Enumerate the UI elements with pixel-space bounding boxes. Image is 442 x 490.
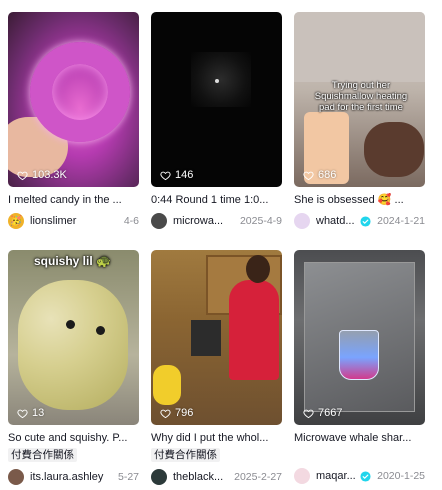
author-name[interactable]: maqar... <box>316 470 357 482</box>
post-date: 2020-1-25 <box>377 470 425 482</box>
like-count: 103.3K <box>17 169 67 181</box>
video-description[interactable]: 0:44 Round 1 time 1:0... <box>151 193 282 207</box>
video-description[interactable]: Why did I put the whol... <box>151 431 282 445</box>
video-thumbnail[interactable]: 7667 <box>294 250 425 425</box>
user-avatar-icon[interactable] <box>294 468 310 484</box>
like-count: 146 <box>160 169 193 181</box>
heart-icon <box>17 171 28 180</box>
user-avatar-icon[interactable] <box>151 213 167 229</box>
paid-partnership-tag: 付費合作關係 <box>151 448 220 462</box>
author-name[interactable]: theblack... <box>173 471 228 483</box>
like-count: 13 <box>17 407 44 419</box>
heart-icon <box>17 409 28 418</box>
video-card[interactable]: 796 Why did I put the whol... 付費合作關係 the… <box>151 250 282 486</box>
like-count: 7667 <box>303 407 342 419</box>
video-description[interactable]: So cute and squishy. P... <box>8 431 139 445</box>
video-thumbnail[interactable]: Trying out her Squishmallow heating pad … <box>294 12 425 187</box>
thumbnail-image <box>294 12 425 82</box>
thumbnail-image <box>18 280 128 410</box>
heart-icon <box>160 171 171 180</box>
post-date: 2024-1-21 <box>377 215 425 227</box>
heart-icon <box>303 171 314 180</box>
video-card[interactable]: 7667 Microwave whale shar... maqar... 20… <box>294 250 425 485</box>
video-description[interactable]: I melted candy in the ... <box>8 193 139 207</box>
video-thumbnail[interactable]: squishy lil 🐢 13 <box>8 250 139 425</box>
post-date: 5-27 <box>117 471 139 483</box>
author-row[interactable]: maqar... 2020-1-25 <box>294 467 425 485</box>
paid-partnership-tag: 付費合作關係 <box>8 448 77 462</box>
author-row[interactable]: whatd... 2024-1-21 <box>294 212 425 230</box>
user-avatar-icon[interactable] <box>151 469 167 485</box>
author-row[interactable]: its.laura.ashley 5-27 <box>8 468 139 486</box>
like-count: 796 <box>160 407 193 419</box>
video-description[interactable]: Microwave whale shar... <box>294 431 425 445</box>
video-description[interactable]: She is obsessed 🥰 ... <box>294 193 425 207</box>
author-row[interactable]: microwa... 2025-4-9 <box>151 212 282 230</box>
thumbnail-image <box>191 52 251 107</box>
slime-avatar-icon[interactable]: 🥳 <box>8 213 24 229</box>
author-name[interactable]: whatd... <box>316 215 357 227</box>
video-thumbnail[interactable]: 103.3K <box>8 12 139 187</box>
video-card[interactable]: squishy lil 🐢 13 So cute and squishy. P.… <box>8 250 139 486</box>
video-card[interactable]: 146 0:44 Round 1 time 1:0... microwa... … <box>151 12 282 230</box>
author-name[interactable]: its.laura.ashley <box>30 471 112 483</box>
author-row[interactable]: 🥳 lionslimer 4-6 <box>8 212 139 230</box>
author-row[interactable]: theblack... 2025-2-27 <box>151 468 282 486</box>
heart-icon <box>160 409 171 418</box>
video-thumbnail[interactable]: 146 <box>151 12 282 187</box>
user-avatar-icon[interactable] <box>294 213 310 229</box>
author-name[interactable]: lionslimer <box>30 215 118 227</box>
user-avatar-icon[interactable] <box>8 469 24 485</box>
video-card[interactable]: Trying out her Squishmallow heating pad … <box>294 12 425 230</box>
verified-badge-icon <box>360 470 371 482</box>
post-date: 2025-2-27 <box>234 471 282 483</box>
author-name[interactable]: microwa... <box>173 215 234 227</box>
thumbnail-caption: squishy lil 🐢 <box>34 254 111 268</box>
like-count: 686 <box>303 169 336 181</box>
post-date: 4-6 <box>123 215 139 227</box>
heart-icon <box>303 409 314 418</box>
post-date: 2025-4-9 <box>239 215 282 227</box>
verified-badge-icon <box>360 215 371 227</box>
thumbnail-caption: Trying out her Squishmallow heating pad … <box>314 80 408 113</box>
video-card[interactable]: 103.3K I melted candy in the ... 🥳 lions… <box>8 12 139 230</box>
video-thumbnail[interactable]: 796 <box>151 250 282 425</box>
